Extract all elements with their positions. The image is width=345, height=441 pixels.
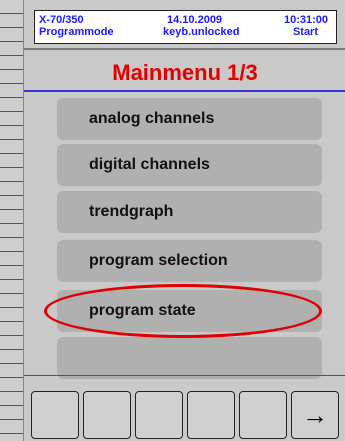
device-model: X-70/350	[39, 14, 84, 26]
menu-digital-channels-button[interactable]: digital channels	[57, 144, 322, 186]
softkey-5-label	[240, 392, 286, 438]
softkey-5[interactable]	[239, 391, 287, 439]
softkey-2[interactable]	[83, 391, 131, 439]
softkey-divider	[24, 375, 345, 376]
start-status: Start	[292, 26, 318, 38]
highlight-ellipse	[44, 284, 322, 338]
softkey-1-label	[32, 392, 78, 438]
left-ruler	[0, 0, 24, 441]
softkey-4[interactable]	[187, 391, 235, 439]
time-label: 10:31:00	[283, 14, 328, 26]
menu-trendgraph-button[interactable]: trendgraph	[57, 191, 322, 233]
softkey-2-label	[84, 392, 130, 438]
menu-program-selection-button[interactable]: program selection	[57, 240, 322, 282]
softkey-3[interactable]	[135, 391, 183, 439]
menu-empty-button[interactable]	[57, 337, 322, 379]
keyboard-status: keyb.unlocked	[163, 26, 240, 38]
arrow-right-icon: →	[302, 400, 328, 430]
page-title: Mainmenu 1/3	[112, 60, 258, 85]
softkey-3-label	[136, 392, 182, 438]
mode-label: Programmode	[39, 26, 114, 38]
device-screen: X-70/350 Programmode 14.10.2009 keyb.unl…	[23, 0, 345, 441]
title-underline	[24, 90, 345, 92]
title-divider	[24, 48, 345, 50]
softkey-next[interactable]: →	[291, 391, 339, 439]
softkey-1[interactable]	[31, 391, 79, 439]
status-bar: X-70/350 Programmode 14.10.2009 keyb.unl…	[34, 10, 337, 44]
menu-analog-channels-button[interactable]: analog channels	[57, 98, 322, 140]
softkey-4-label	[188, 392, 234, 438]
date-label: 14.10.2009	[167, 14, 223, 26]
